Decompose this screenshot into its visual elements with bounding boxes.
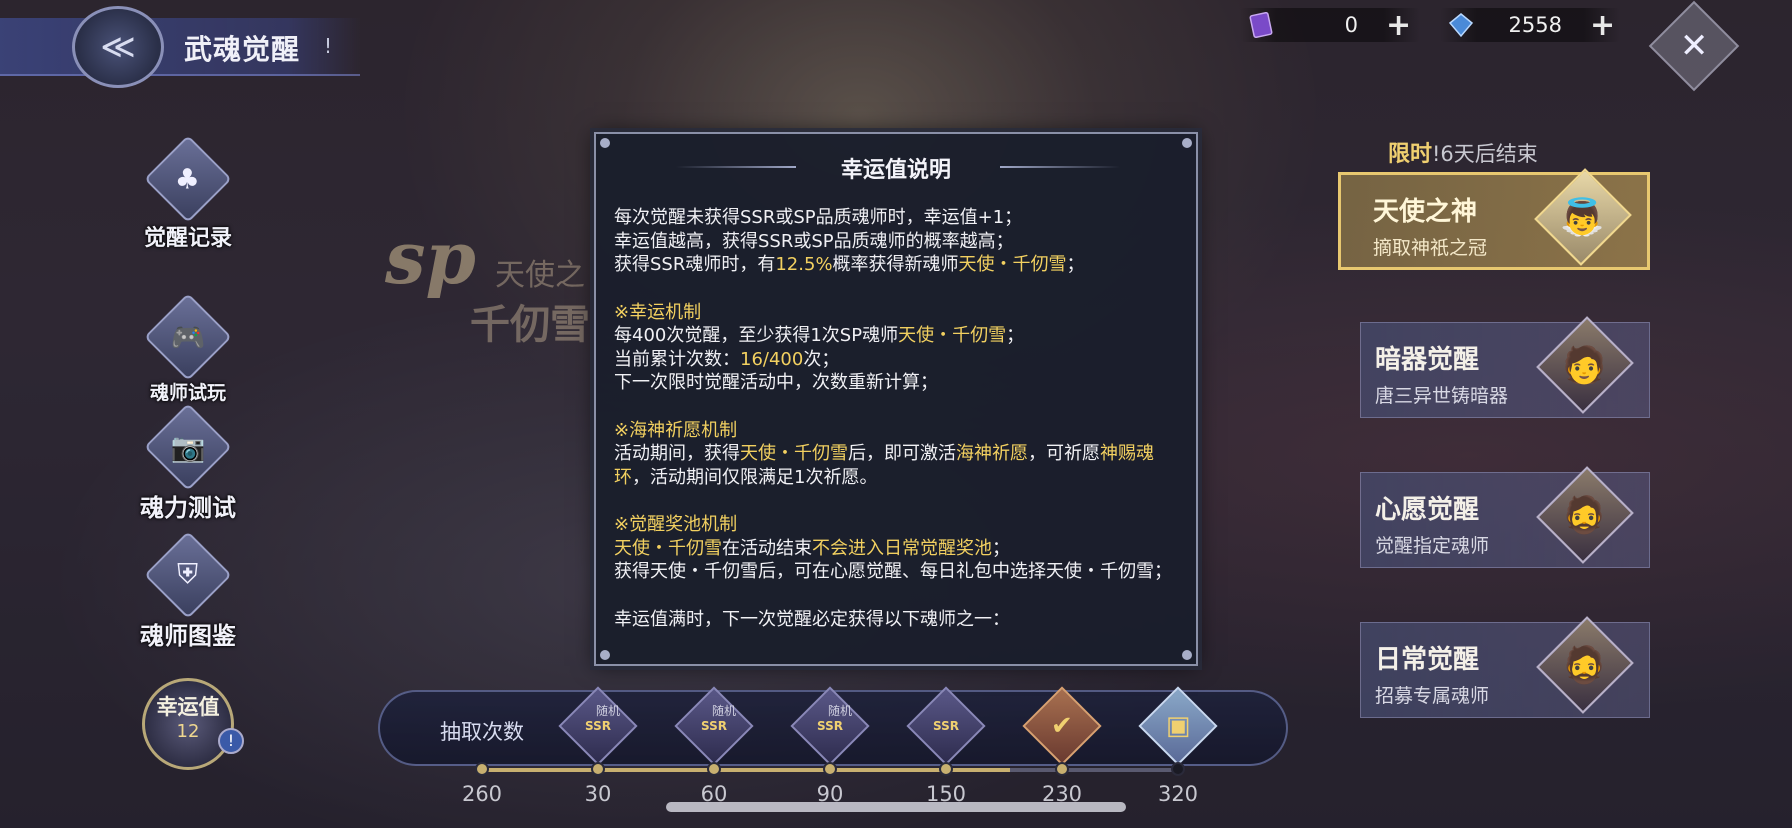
- modal-body[interactable]: 每次觉醒未获得SSR或SP品质魂师时，幸运值+1； 幸运值越高，获得SSR或SP…: [614, 206, 1184, 631]
- reward-badge: SSR: [933, 719, 959, 733]
- sp-character-name: 千仞雪: [470, 301, 590, 348]
- helmet-icon: ⛨: [144, 531, 232, 619]
- banner-title: 天使之神: [1373, 197, 1478, 227]
- limited-tag: 限时: [1388, 142, 1433, 167]
- progress-fill: [478, 768, 1010, 772]
- luck-info-icon[interactable]: !: [218, 728, 244, 754]
- menu-label: 魂师图鉴: [140, 621, 236, 650]
- intro-line: 幸运值越高，获得SSR或SP品质魂师的概率越高；: [614, 230, 1014, 252]
- reward-badge: SSR: [817, 719, 843, 733]
- intro-line: 获得SSR魂师时，有12.5%概率获得新魂师天使・千仞雪；: [614, 254, 1085, 275]
- progress-dot: [591, 762, 605, 776]
- progress-dot: [939, 762, 953, 776]
- reward-tag: 随机: [596, 704, 621, 718]
- current-draw-count: 260: [461, 782, 503, 806]
- purple-ticket-icon: [1246, 10, 1276, 40]
- modal-corner: [1182, 138, 1192, 148]
- check-icon: ✔: [1051, 710, 1073, 741]
- menu-label: 觉醒记录: [143, 225, 232, 251]
- milestone-label: 320: [1157, 782, 1199, 806]
- currency-ticket: 0 +: [1240, 8, 1420, 43]
- progress-dot: [823, 762, 837, 776]
- reward-tag: 随机: [828, 704, 853, 718]
- currency-diamond: 2558 +: [1440, 8, 1620, 43]
- section-title: ※觉醒奖池机制: [614, 514, 738, 535]
- progress-dot: [1055, 762, 1069, 776]
- menu-label: 魂师试玩: [149, 382, 226, 404]
- reward-badge: SSR: [585, 719, 611, 733]
- gamepad-icon: 🎮: [144, 293, 232, 381]
- add-ticket-button[interactable]: +: [1386, 8, 1411, 43]
- ticket-count: 0: [1344, 13, 1358, 37]
- page-title: 武魂觉醒: [184, 33, 301, 66]
- portrait-icon: 🧔: [1536, 616, 1634, 714]
- chest-icon: ▣: [1165, 710, 1191, 741]
- section-title: ※海神祈愿机制: [614, 419, 738, 441]
- section-line: 每400次觉醒，至少获得1次SP魂师天使・千仞雪；: [614, 325, 1025, 346]
- banner-angel-god[interactable]: 天使之神 摘取神祇之冠 👼: [1338, 168, 1650, 270]
- section-line: 活动期间，获得天使・千仞雪后，即可激活海神祈愿，可祈愿神赐魂环，活动期间仅限满足…: [614, 443, 1154, 488]
- reward-badge: SSR: [701, 719, 727, 733]
- menu-awaken-record[interactable]: ♣ 觉醒记录: [118, 135, 258, 252]
- luck-info-modal: 幸运值说明 每次觉醒未获得SSR或SP品质魂师时，幸运值+1； 幸运值越高，获得…: [594, 132, 1198, 666]
- banner-title: 日常觉醒: [1375, 645, 1480, 675]
- menu-trial[interactable]: 🎮 魂师试玩: [118, 293, 258, 405]
- portrait-icon: 👼: [1534, 168, 1632, 266]
- luck-label: 幸运值: [156, 694, 220, 719]
- section-line: 获得天使・千仞雪后，可在心愿觉醒、每日礼包中选择天使・千仞雪；: [614, 561, 1172, 582]
- section-line: 幸运值满时，下一次觉醒必定获得以下魂师之一：: [614, 608, 1010, 630]
- diamond-count: 2558: [1508, 13, 1562, 37]
- blue-diamond-icon: [1446, 10, 1476, 40]
- section-title: ※幸运机制: [614, 301, 702, 323]
- menu-power-test[interactable]: 📷 魂力测试: [118, 403, 258, 523]
- section-line: 天使・千仞雪在活动结束不会进入日常觉醒奖池；: [614, 537, 1010, 559]
- banner-subtitle: 招募专属魂师: [1375, 685, 1490, 707]
- portrait-icon: 🧔: [1536, 466, 1634, 564]
- section-line: 下一次限时觉醒活动中，次数重新计算；: [614, 372, 938, 393]
- menu-label: 魂力测试: [140, 493, 236, 522]
- back-button[interactable]: ≪: [72, 6, 164, 88]
- sp-logo: sp: [385, 215, 476, 300]
- section-line: 当前累计次数：16/400次；: [614, 348, 840, 370]
- modal-corner: [600, 138, 610, 148]
- limited-time-label: 限时!6天后结束: [1388, 136, 1538, 168]
- home-indicator[interactable]: [666, 802, 1126, 812]
- portrait-icon: 🧑: [1536, 316, 1634, 414]
- modal-corner: [1182, 650, 1192, 660]
- back-arrow-icon: ≪: [100, 27, 136, 67]
- modal-corner: [600, 650, 610, 660]
- banner-hidden-weapon[interactable]: 暗器觉醒 唐三异世铸暗器 🧑: [1360, 316, 1650, 418]
- milestone-label: 30: [584, 782, 612, 806]
- camera-icon: 📷: [144, 403, 232, 491]
- banner-title: 心愿觉醒: [1375, 495, 1480, 525]
- add-diamond-button[interactable]: +: [1590, 8, 1615, 43]
- banner-wish[interactable]: 心愿觉醒 觉醒指定魂师 🧔: [1360, 466, 1650, 568]
- banner-subtitle: 唐三异世铸暗器: [1375, 385, 1509, 407]
- draw-count-label: 抽取次数: [440, 720, 524, 744]
- reward-tag: 随机: [712, 704, 737, 718]
- banner-title: 暗器觉醒: [1375, 345, 1480, 375]
- limited-countdown: !6天后结束: [1432, 142, 1538, 166]
- intro-line: 每次觉醒未获得SSR或SP品质魂师时，幸运值+1；: [614, 207, 1023, 228]
- banner-subtitle: 摘取神祇之冠: [1373, 237, 1488, 259]
- sp-subtitle: 天使之: [495, 258, 585, 293]
- progress-dot: [475, 762, 489, 776]
- banner-subtitle: 觉醒指定魂师: [1375, 535, 1490, 557]
- title-info-icon[interactable]: !: [324, 34, 332, 58]
- title-bar: [0, 18, 360, 76]
- record-cards-icon: ♣: [144, 135, 232, 223]
- banner-daily[interactable]: 日常觉醒 招募专属魂师 🧔: [1360, 616, 1650, 718]
- luck-badge[interactable]: 幸运值 12: [142, 678, 234, 770]
- progress-dot: [707, 762, 721, 776]
- modal-title: 幸运值说明: [840, 158, 951, 183]
- progress-dot: [1171, 762, 1185, 776]
- menu-codex[interactable]: ⛨ 魂师图鉴: [118, 531, 258, 651]
- close-icon: ✕: [1679, 26, 1709, 66]
